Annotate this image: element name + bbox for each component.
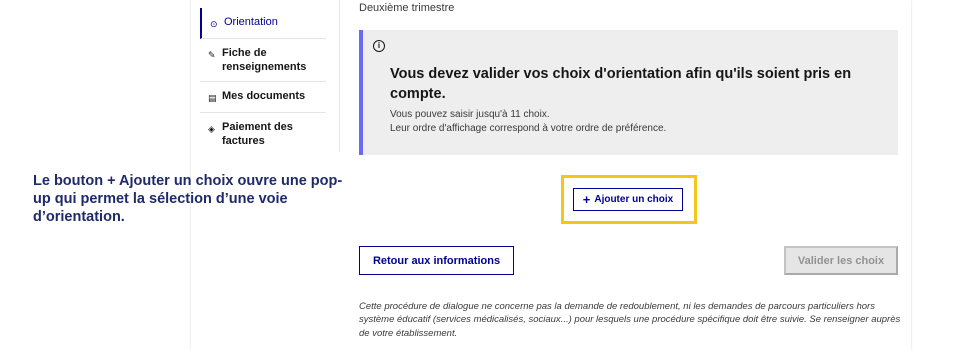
sidebar-item-paiement-factures[interactable]: ◈ Paiement des factures — [200, 113, 326, 155]
notice-line-1: Vous pouvez saisir jusqu'à 11 choix. — [390, 109, 550, 120]
compass-icon: ⊙ — [210, 19, 218, 29]
info-notice: i Vous devez valider vos choix d'orienta… — [359, 30, 898, 155]
documents-icon: ▤ — [208, 93, 217, 103]
trimestre-label: Deuxième trimestre — [359, 2, 455, 14]
plus-icon: + — [582, 191, 591, 207]
sidebar-nav: ⊙ Orientation ✎ Fiche de renseignements … — [200, 8, 326, 155]
sidebar-item-mes-documents[interactable]: ▤ Mes documents — [200, 82, 326, 113]
sidebar-divider — [339, 0, 340, 152]
sidebar-item-orientation[interactable]: ⊙ Orientation — [200, 8, 326, 39]
add-choice-label: Ajouter un choix — [594, 194, 674, 205]
sidebar-item-fiche-renseignements[interactable]: ✎ Fiche de renseignements — [200, 39, 326, 82]
add-choice-button[interactable]: + Ajouter un choix — [573, 188, 683, 211]
payment-icon: ◈ — [208, 124, 215, 134]
notice-title: Vous devez valider vos choix d'orientati… — [390, 66, 852, 102]
edit-icon: ✎ — [208, 50, 216, 60]
sidebar-item-label: Orientation — [224, 16, 278, 28]
back-to-info-button[interactable]: Retour aux informations — [359, 246, 514, 275]
validate-choices-button[interactable]: Valider les choix — [784, 246, 898, 275]
sidebar-item-label: Mes documents — [222, 90, 306, 102]
sidebar-item-label: Fiche de renseignements — [222, 47, 307, 73]
annotation-callout: Le bouton + Ajouter un choix ouvre une p… — [33, 173, 343, 225]
info-icon: i — [373, 40, 385, 52]
notice-line-2: Leur ordre d'affichage correspond à votr… — [390, 123, 667, 134]
sidebar-item-label: Paiement des factures — [222, 121, 293, 147]
footnote-text: Cette procédure de dialogue ne concerne … — [359, 300, 901, 339]
